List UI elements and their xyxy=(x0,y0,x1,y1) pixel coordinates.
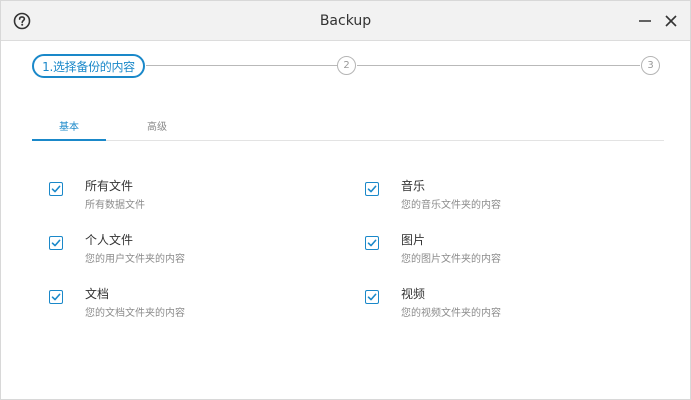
option-pictures[interactable]: 图片 您的图片文件夹的内容 xyxy=(365,231,605,267)
option-title: 个人文件 xyxy=(85,233,134,247)
checkmark-icon xyxy=(367,239,377,247)
music-checkbox[interactable] xyxy=(365,182,379,196)
checkmark-icon xyxy=(51,239,61,247)
tab-basic[interactable]: 基本 xyxy=(32,117,106,141)
backup-window: Backup 1.选择备份的内容 2 3 基本 高级 所有文件 所有数据文件 个… xyxy=(0,0,691,400)
option-videos[interactable]: 视频 您的视频文件夹的内容 xyxy=(365,285,605,321)
option-title: 图片 xyxy=(401,233,426,247)
close-button[interactable] xyxy=(661,11,681,31)
step-connector xyxy=(357,65,640,66)
checkmark-icon xyxy=(367,293,377,301)
option-title: 所有文件 xyxy=(85,179,134,193)
step-3-circle: 3 xyxy=(641,56,660,75)
option-description: 所有数据文件 xyxy=(85,200,145,211)
help-button[interactable] xyxy=(13,12,31,30)
option-title: 音乐 xyxy=(401,179,426,193)
documents-checkbox[interactable] xyxy=(49,290,63,304)
help-icon xyxy=(13,12,31,30)
step-2-circle: 2 xyxy=(337,56,356,75)
tab-advanced[interactable]: 高级 xyxy=(120,117,194,141)
step-1-active: 1.选择备份的内容 xyxy=(32,54,145,78)
window-title: Backup xyxy=(319,13,372,29)
minimize-button[interactable] xyxy=(635,11,655,31)
option-title: 文档 xyxy=(85,287,110,301)
progress-stepper: 1.选择备份的内容 2 3 xyxy=(1,41,690,91)
option-personal-files[interactable]: 个人文件 您的用户文件夹的内容 xyxy=(49,231,289,267)
option-description: 您的用户文件夹的内容 xyxy=(85,254,185,265)
pictures-checkbox[interactable] xyxy=(365,236,379,250)
tab-bar: 基本 高级 xyxy=(32,117,664,141)
step-connector xyxy=(146,65,337,66)
checkmark-icon xyxy=(367,185,377,193)
checkmark-icon xyxy=(51,185,61,193)
all-files-checkbox[interactable] xyxy=(49,182,63,196)
option-documents[interactable]: 文档 您的文档文件夹的内容 xyxy=(49,285,289,321)
option-description: 您的文档文件夹的内容 xyxy=(85,308,185,319)
option-title: 视频 xyxy=(401,287,426,301)
option-description: 您的图片文件夹的内容 xyxy=(401,254,501,265)
minimize-icon xyxy=(639,20,651,22)
checkmark-icon xyxy=(51,293,61,301)
option-music[interactable]: 音乐 您的音乐文件夹的内容 xyxy=(365,177,605,213)
videos-checkbox[interactable] xyxy=(365,290,379,304)
option-description: 您的视频文件夹的内容 xyxy=(401,308,501,319)
personal-files-checkbox[interactable] xyxy=(49,236,63,250)
option-description: 您的音乐文件夹的内容 xyxy=(401,200,501,211)
close-icon xyxy=(665,15,677,27)
option-all-files[interactable]: 所有文件 所有数据文件 xyxy=(49,177,289,213)
title-bar: Backup xyxy=(1,1,690,41)
